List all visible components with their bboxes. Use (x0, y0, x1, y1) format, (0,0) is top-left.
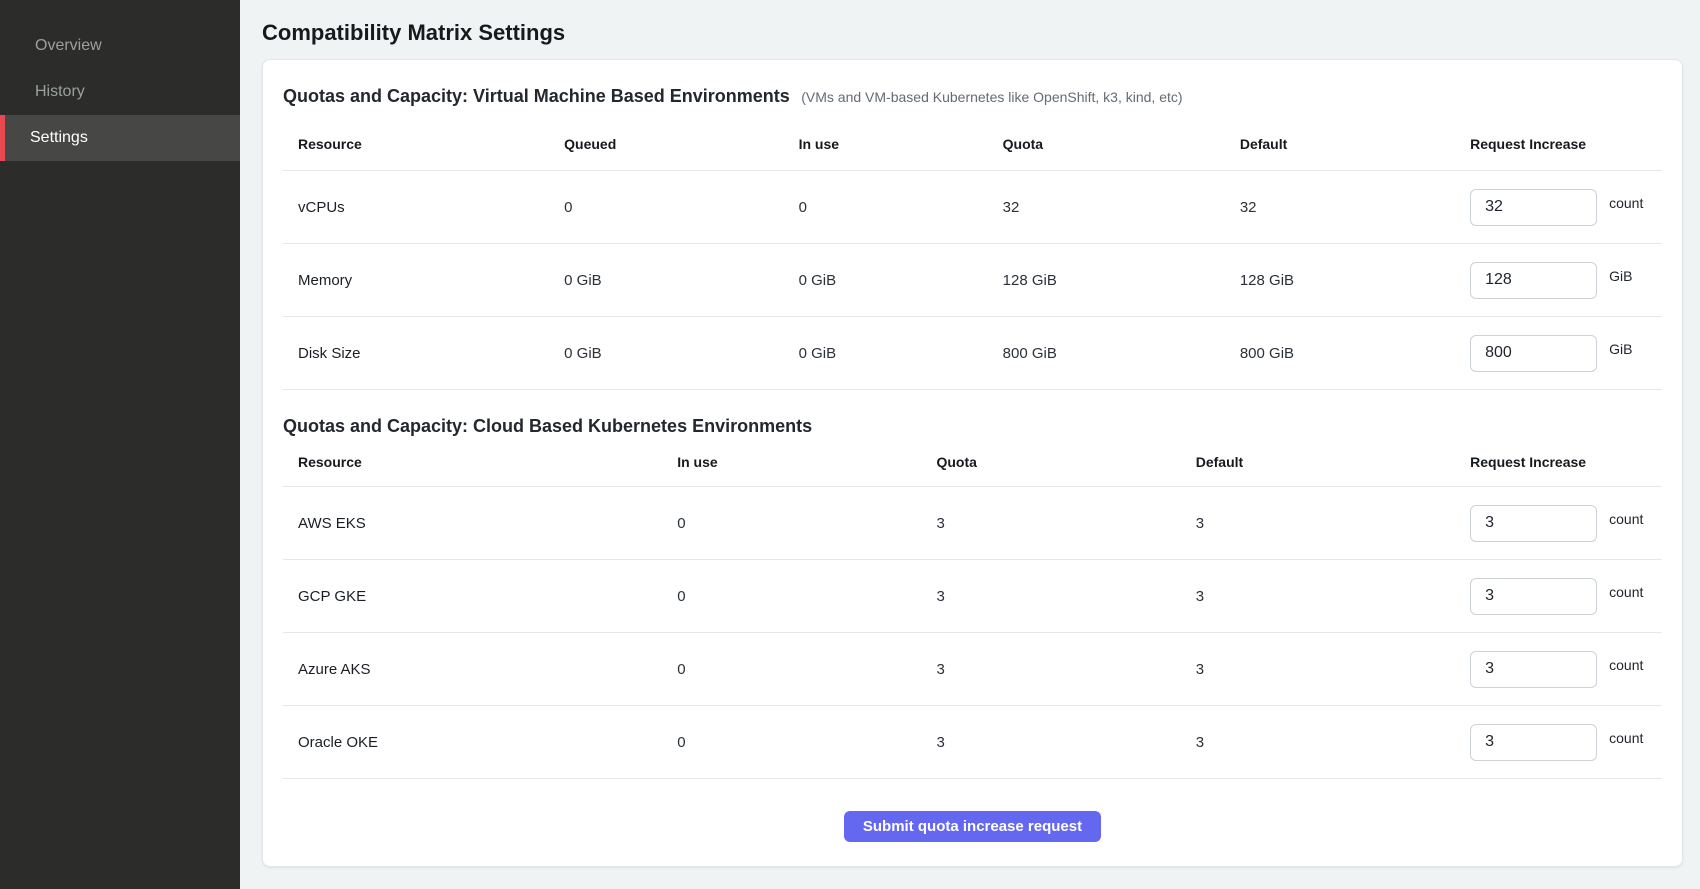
column-header-in-use: In use (662, 440, 921, 487)
in-use-value: 0 (662, 560, 921, 633)
unit-label: count (1609, 730, 1643, 746)
quota-value: 3 (921, 706, 1180, 779)
table-row-vcpus: vCPUs 0 0 32 32 count (283, 171, 1662, 244)
unit-label: GiB (1609, 341, 1632, 357)
sidebar-item-overview[interactable]: Overview (0, 23, 240, 69)
in-use-value: 0 (662, 487, 921, 560)
cloud-section-title: Quotas and Capacity: Cloud Based Kuberne… (283, 416, 812, 436)
resource-label: Memory (283, 244, 549, 317)
cloud-table-header-row: Resource In use Quota Default Request In… (283, 440, 1662, 487)
aws-eks-request-input[interactable] (1470, 505, 1597, 542)
memory-request-input[interactable] (1470, 262, 1597, 299)
sidebar-item-settings[interactable]: Settings (0, 115, 240, 161)
column-header-quota: Quota (988, 110, 1225, 171)
resource-label: GCP GKE (283, 560, 662, 633)
unit-label: count (1609, 657, 1643, 673)
default-value: 3 (1181, 487, 1455, 560)
table-row-gcp-gke: GCP GKE 0 3 3 count (283, 560, 1662, 633)
quota-value: 800 GiB (988, 317, 1225, 390)
vm-section-title: Quotas and Capacity: Virtual Machine Bas… (283, 86, 790, 106)
queued-value: 0 GiB (549, 317, 783, 390)
column-header-resource: Resource (283, 110, 549, 171)
in-use-value: 0 (662, 633, 921, 706)
request-increase-cell: count (1470, 578, 1662, 615)
request-increase-cell: GiB (1470, 335, 1662, 372)
queued-value: 0 GiB (549, 244, 783, 317)
table-row-disk-size: Disk Size 0 GiB 0 GiB 800 GiB 800 GiB Gi… (283, 317, 1662, 390)
quota-value: 3 (921, 633, 1180, 706)
request-increase-cell: count (1470, 724, 1662, 761)
in-use-value: 0 (784, 171, 988, 244)
quota-value: 32 (988, 171, 1225, 244)
request-increase-cell: count (1470, 505, 1662, 542)
default-value: 3 (1181, 560, 1455, 633)
quota-value: 3 (921, 487, 1180, 560)
column-header-in-use: In use (784, 110, 988, 171)
vm-section-header: Quotas and Capacity: Virtual Machine Bas… (283, 84, 1662, 110)
sidebar-item-history[interactable]: History (0, 69, 240, 115)
default-value: 128 GiB (1225, 244, 1455, 317)
column-header-quota: Quota (921, 440, 1180, 487)
submit-row: Submit quota increase request (283, 811, 1662, 842)
in-use-value: 0 GiB (784, 244, 988, 317)
column-header-queued: Queued (549, 110, 783, 171)
default-value: 32 (1225, 171, 1455, 244)
vm-quota-table: Resource Queued In use Quota Default Req… (283, 110, 1662, 390)
column-header-request-increase: Request Increase (1455, 110, 1662, 171)
azure-aks-request-input[interactable] (1470, 651, 1597, 688)
request-increase-cell: count (1470, 189, 1662, 226)
resource-label: Azure AKS (283, 633, 662, 706)
vm-section-subtitle: (VMs and VM-based Kubernetes like OpenSh… (801, 89, 1182, 105)
in-use-value: 0 (662, 706, 921, 779)
default-value: 800 GiB (1225, 317, 1455, 390)
vcpus-request-input[interactable] (1470, 189, 1597, 226)
table-row-aws-eks: AWS EKS 0 3 3 count (283, 487, 1662, 560)
in-use-value: 0 GiB (784, 317, 988, 390)
default-value: 3 (1181, 633, 1455, 706)
oracle-oke-request-input[interactable] (1470, 724, 1597, 761)
sidebar-nav: Overview History Settings (0, 23, 240, 161)
sidebar: Overview History Settings (0, 0, 240, 889)
submit-quota-increase-button[interactable]: Submit quota increase request (844, 811, 1101, 842)
quota-value: 3 (921, 560, 1180, 633)
resource-label: vCPUs (283, 171, 549, 244)
table-row-memory: Memory 0 GiB 0 GiB 128 GiB 128 GiB GiB (283, 244, 1662, 317)
column-header-default: Default (1181, 440, 1455, 487)
unit-label: count (1609, 195, 1643, 211)
resource-label: Oracle OKE (283, 706, 662, 779)
gcp-gke-request-input[interactable] (1470, 578, 1597, 615)
column-header-request-increase: Request Increase (1455, 440, 1662, 487)
resource-label: Disk Size (283, 317, 549, 390)
column-header-resource: Resource (283, 440, 662, 487)
page-title: Compatibility Matrix Settings (262, 0, 1683, 59)
request-increase-cell: GiB (1470, 262, 1662, 299)
table-row-oracle-oke: Oracle OKE 0 3 3 count (283, 706, 1662, 779)
unit-label: count (1609, 584, 1643, 600)
table-row-azure-aks: Azure AKS 0 3 3 count (283, 633, 1662, 706)
main-content: Compatibility Matrix Settings Quotas and… (240, 0, 1700, 867)
column-header-default: Default (1225, 110, 1455, 171)
unit-label: GiB (1609, 268, 1632, 284)
resource-label: AWS EKS (283, 487, 662, 560)
request-increase-cell: count (1470, 651, 1662, 688)
disk-size-request-input[interactable] (1470, 335, 1597, 372)
default-value: 3 (1181, 706, 1455, 779)
vm-table-header-row: Resource Queued In use Quota Default Req… (283, 110, 1662, 171)
cloud-quota-table: Resource In use Quota Default Request In… (283, 440, 1662, 779)
cloud-section-header: Quotas and Capacity: Cloud Based Kuberne… (283, 414, 1662, 440)
quota-settings-card: Quotas and Capacity: Virtual Machine Bas… (262, 59, 1683, 867)
unit-label: count (1609, 511, 1643, 527)
quota-value: 128 GiB (988, 244, 1225, 317)
queued-value: 0 (549, 171, 783, 244)
